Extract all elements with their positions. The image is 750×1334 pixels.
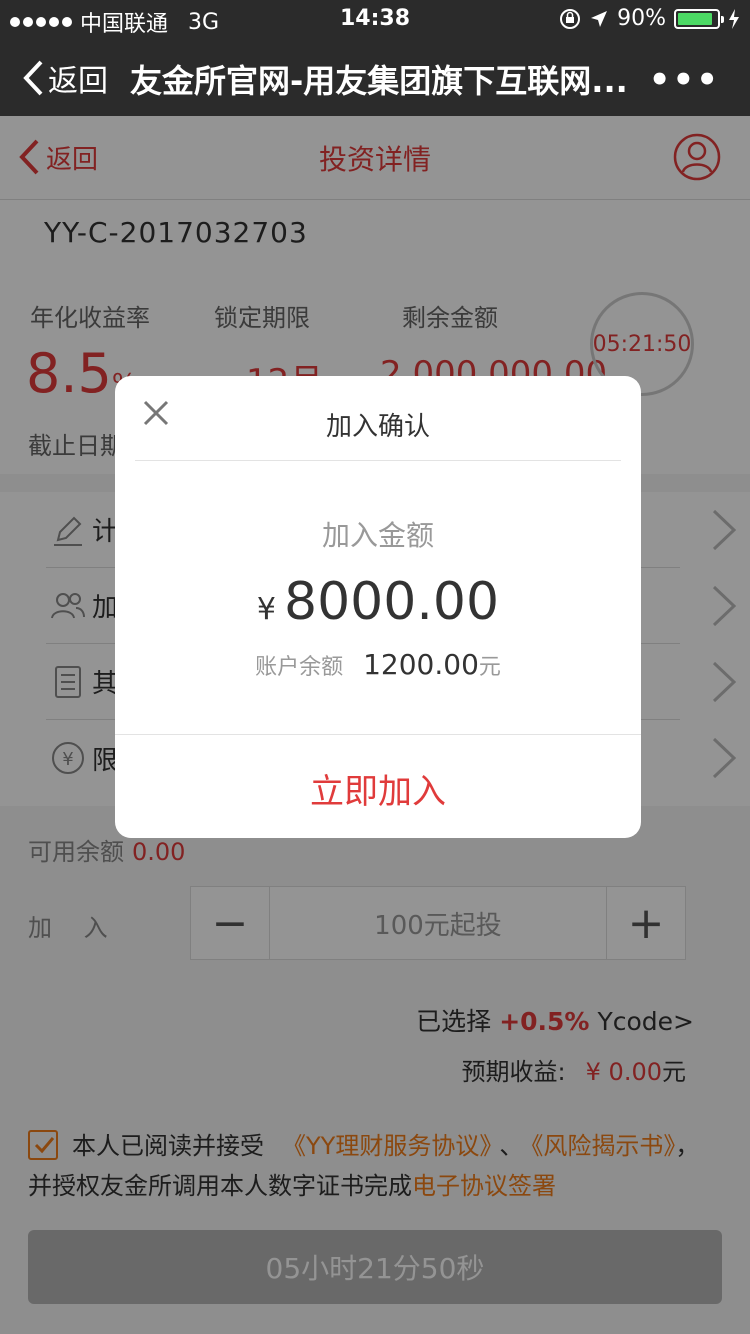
currency-symbol: ¥ [256, 592, 277, 627]
location-icon [591, 10, 608, 27]
balance-value: 1200.00 [363, 648, 479, 681]
chevron-left-icon [23, 60, 43, 96]
divider [135, 460, 621, 461]
wechat-back-label: 返回 [48, 64, 108, 99]
balance-label: 账户余额 [255, 655, 344, 680]
rotation-lock-icon [560, 8, 581, 29]
join-confirm-dialog: 加入确认 加入金额 ¥8000.00 账户余额 1200.00元 立即加入 [115, 376, 641, 838]
status-bar: 中国联通 3G 14:38 90% [0, 0, 750, 40]
status-right: 90% [559, 6, 740, 31]
wechat-navbar: 返回 友金所官网-用友集团旗下互联网... ••• [0, 40, 750, 116]
charging-icon [729, 8, 739, 29]
amount-label: 加入金额 [321, 519, 434, 552]
dialog-title: 加入确认 [325, 412, 430, 442]
wechat-back-button[interactable]: 返回 [22, 56, 108, 100]
battery-icon [674, 8, 724, 29]
more-icon[interactable]: ••• [649, 60, 720, 100]
account-balance: 账户余额 1200.00元 [115, 648, 641, 681]
divider [115, 734, 641, 735]
balance-unit: 元 [478, 655, 501, 680]
confirm-join-button[interactable]: 立即加入 [115, 764, 641, 813]
join-amount: ¥8000.00 [115, 572, 641, 632]
amount-value: 8000.00 [284, 572, 500, 632]
battery-percent: 90% [617, 6, 666, 31]
wechat-page-title: 友金所官网-用友集团旗下互联网... [130, 62, 628, 100]
